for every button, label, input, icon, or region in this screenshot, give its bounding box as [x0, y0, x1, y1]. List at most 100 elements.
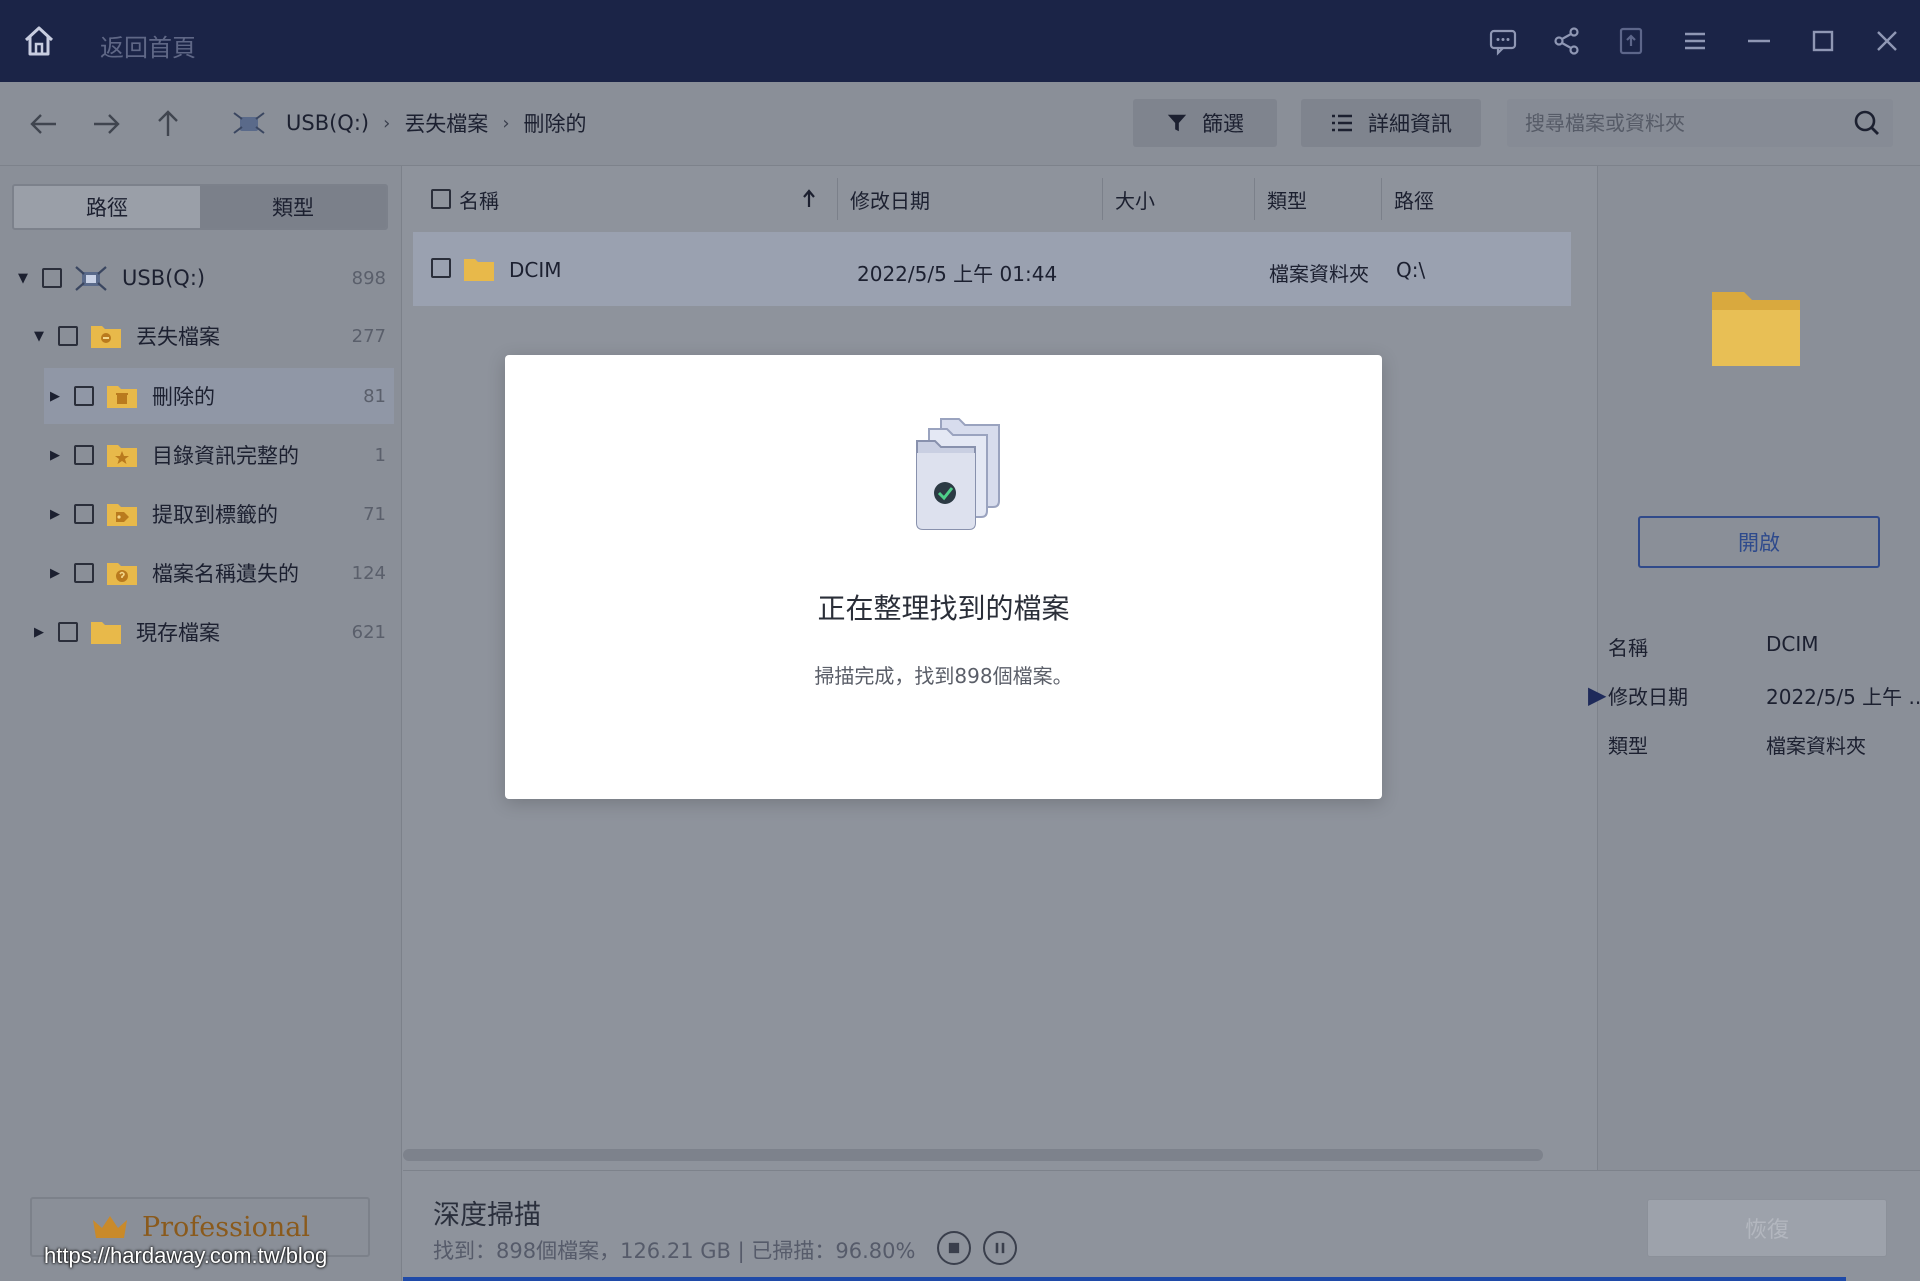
star-folder-icon	[106, 442, 138, 468]
search-icon[interactable]	[1853, 109, 1881, 137]
chevron-right-icon: ›	[502, 112, 510, 134]
pause-icon[interactable]	[983, 1231, 1017, 1265]
watermark: https://hardaway.com.tw/blog	[44, 1243, 328, 1268]
column-divider[interactable]	[1381, 178, 1382, 220]
tree-count: 621	[351, 621, 386, 643]
horizontal-scrollbar[interactable]	[403, 1149, 1543, 1161]
tree-item-directory-complete[interactable]: ▶ 目錄資訊完整的 1	[0, 427, 402, 483]
scan-title: 深度掃描	[433, 1200, 541, 1231]
menu-icon[interactable]	[1676, 22, 1714, 60]
list-icon	[1332, 114, 1352, 132]
filter-button[interactable]: 篩選	[1133, 99, 1277, 147]
tree-item-lost-files[interactable]: ▼ 丟失檔案 277	[0, 308, 402, 364]
folder-preview-icon	[1710, 286, 1802, 368]
column-header: 名稱 修改日期 大小 類型 路徑	[403, 166, 1597, 232]
forward-arrow-icon[interactable]	[88, 106, 124, 142]
tree-label: 提取到標籤的	[152, 503, 278, 527]
lost-folder-icon	[90, 323, 122, 349]
chevron-right-icon: ›	[383, 112, 391, 134]
tree-item-usb[interactable]: ▼ USB(Q:) 898	[0, 250, 402, 306]
folder-icon	[463, 256, 495, 282]
view-toggle: 路徑 類型	[12, 184, 388, 230]
tree-item-deleted[interactable]: ▶ 刪除的 81	[44, 368, 394, 424]
tree-label: USB(Q:)	[122, 266, 206, 290]
caret-down-icon[interactable]: ▼	[16, 271, 30, 286]
tree-item-name-lost[interactable]: ▶ 檔案名稱遺失的 124	[0, 545, 402, 601]
tree-checkbox[interactable]	[74, 445, 94, 465]
minimize-icon[interactable]	[1740, 22, 1778, 60]
home-label[interactable]: 返回首頁	[100, 28, 196, 63]
scan-status: 找到：898個檔案，126.21 GB | 已掃描：96.80%	[433, 1239, 916, 1263]
tab-type[interactable]: 類型	[200, 186, 386, 228]
search-input[interactable]	[1525, 99, 1845, 147]
details-label: 詳細資訊	[1368, 112, 1452, 136]
column-divider[interactable]	[837, 178, 838, 220]
tree-checkbox[interactable]	[58, 622, 78, 642]
open-button[interactable]: 開啟	[1638, 516, 1880, 568]
dialog-subtitle: 掃描完成，找到898個檔案。	[814, 664, 1073, 688]
tree-count: 277	[351, 325, 386, 347]
tree-count: 81	[363, 385, 386, 407]
select-all-checkbox[interactable]	[431, 189, 451, 209]
crown-icon	[92, 1216, 127, 1238]
column-size[interactable]: 大小	[1115, 166, 1155, 232]
tree-label: 刪除的	[152, 385, 215, 409]
prop-value: DCIM	[1766, 632, 1819, 656]
caret-right-icon[interactable]: ▶	[48, 507, 62, 522]
home-icon[interactable]	[22, 24, 56, 58]
caret-right-icon[interactable]: ▶	[32, 625, 46, 640]
details-button[interactable]: 詳細資訊	[1301, 99, 1481, 147]
back-arrow-icon[interactable]	[26, 106, 62, 142]
sort-asc-icon[interactable]	[801, 166, 817, 232]
professional-label: Professional	[141, 1211, 311, 1243]
search-box	[1507, 99, 1893, 147]
caret-down-icon[interactable]: ▼	[32, 329, 46, 344]
tree-label: 現存檔案	[136, 621, 220, 645]
window-controls	[1484, 22, 1906, 60]
caret-right-icon[interactable]: ▶	[48, 389, 62, 404]
filter-icon	[1167, 114, 1187, 132]
close-icon[interactable]	[1868, 22, 1906, 60]
breadcrumb-item[interactable]: 刪除的	[524, 108, 587, 138]
breadcrumb-item[interactable]: USB(Q:)	[286, 111, 369, 135]
maximize-icon[interactable]	[1804, 22, 1842, 60]
caret-right-icon[interactable]: ▶	[48, 566, 62, 581]
caret-right-icon[interactable]: ▶	[48, 448, 62, 463]
column-divider[interactable]	[1254, 178, 1255, 220]
usb-drive-icon	[74, 263, 108, 293]
usb-drive-icon	[232, 109, 266, 137]
tree-item-existing-files[interactable]: ▶ 現存檔案 621	[0, 604, 402, 660]
recover-button[interactable]: 恢復	[1647, 1199, 1887, 1257]
share-icon[interactable]	[1548, 22, 1586, 60]
stop-icon[interactable]	[937, 1231, 971, 1265]
prop-key: 名稱	[1608, 636, 1648, 660]
prop-key: 修改日期	[1608, 685, 1688, 709]
column-type[interactable]: 類型	[1267, 166, 1307, 232]
tree-checkbox[interactable]	[58, 326, 78, 346]
tree-checkbox[interactable]	[42, 268, 62, 288]
prop-value: 檔案資料夾	[1766, 734, 1866, 758]
feedback-icon[interactable]	[1484, 22, 1522, 60]
upload-icon[interactable]	[1612, 22, 1650, 60]
column-date[interactable]: 修改日期	[850, 166, 930, 232]
tree-checkbox[interactable]	[74, 504, 94, 524]
column-name[interactable]: 名稱	[431, 166, 499, 232]
deleted-folder-icon	[106, 383, 138, 409]
tab-path[interactable]: 路徑	[14, 186, 200, 228]
up-arrow-icon[interactable]	[150, 106, 186, 142]
expand-arrow-icon[interactable]: ▶	[1588, 681, 1606, 709]
tree-item-extracted-tags[interactable]: ▶ 提取到標籤的 71	[0, 486, 402, 542]
column-divider[interactable]	[1102, 178, 1103, 220]
tree-count: 898	[351, 267, 386, 289]
row-checkbox[interactable]	[431, 258, 451, 278]
folder-icon	[90, 619, 122, 645]
table-row[interactable]: DCIM 2022/5/5 上午 01:44 檔案資料夾 Q:\	[413, 232, 1571, 306]
dialog-title: 正在整理找到的檔案	[817, 592, 1070, 625]
column-path[interactable]: 路徑	[1394, 166, 1434, 232]
tree-count: 124	[351, 562, 386, 584]
tree-checkbox[interactable]	[74, 386, 94, 406]
row-type: 檔案資料夾	[1269, 262, 1369, 286]
prop-value: 2022/5/5 上午 ..	[1766, 685, 1920, 709]
breadcrumb-item[interactable]: 丟失檔案	[404, 108, 488, 138]
tree-checkbox[interactable]	[74, 563, 94, 583]
